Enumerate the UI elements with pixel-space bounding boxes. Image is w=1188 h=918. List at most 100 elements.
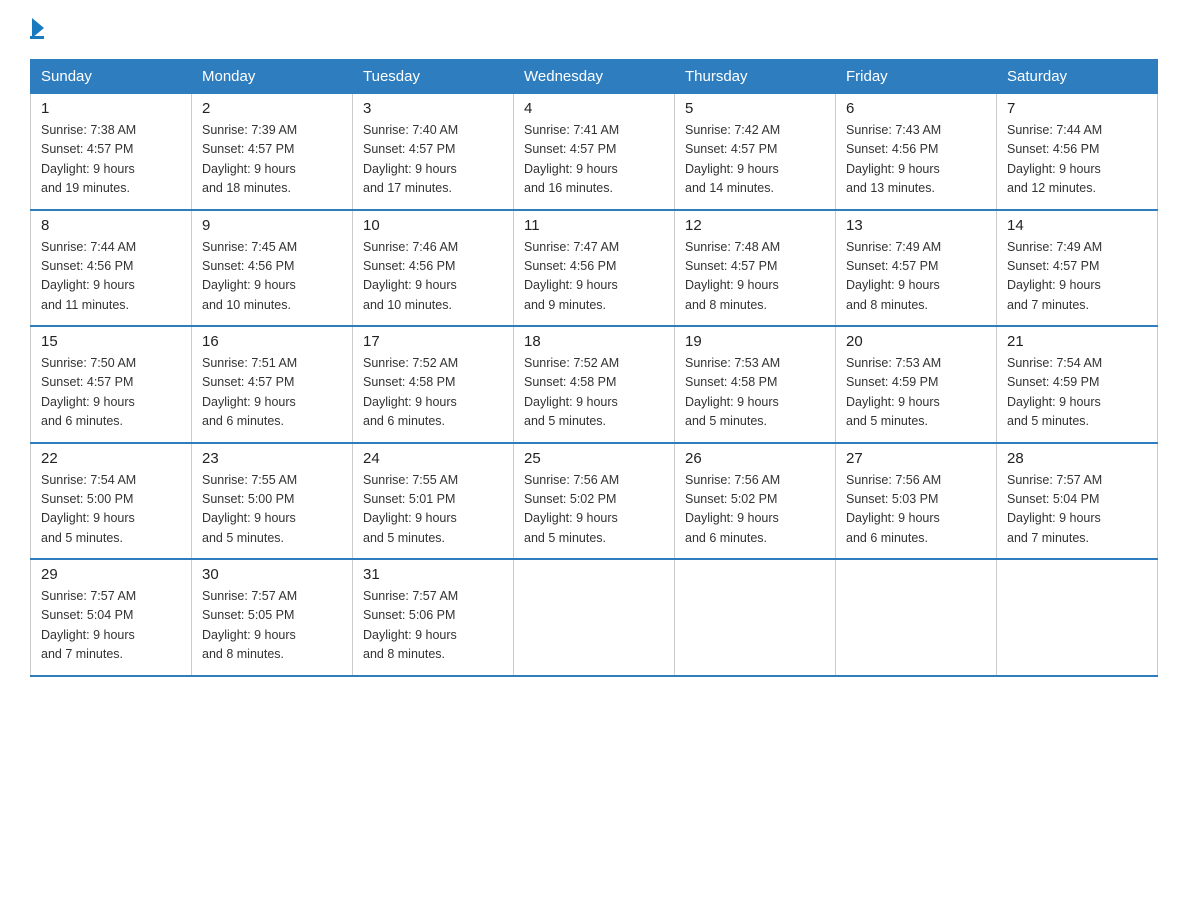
calendar-body: 1 Sunrise: 7:38 AMSunset: 4:57 PMDayligh… [31,94,1158,676]
calendar-week-row-3: 15 Sunrise: 7:50 AMSunset: 4:57 PMDaylig… [31,326,1158,443]
weekday-header-thursday: Thursday [675,60,836,94]
day-number: 20 [846,333,986,350]
day-number: 29 [41,566,181,583]
day-info: Sunrise: 7:53 AMSunset: 4:58 PMDaylight:… [685,356,780,428]
day-info: Sunrise: 7:44 AMSunset: 4:56 PMDaylight:… [41,240,136,312]
day-info: Sunrise: 7:42 AMSunset: 4:57 PMDaylight:… [685,123,780,195]
calendar-week-row-1: 1 Sunrise: 7:38 AMSunset: 4:57 PMDayligh… [31,94,1158,210]
day-info: Sunrise: 7:50 AMSunset: 4:57 PMDaylight:… [41,356,136,428]
day-info: Sunrise: 7:48 AMSunset: 4:57 PMDaylight:… [685,240,780,312]
calendar-cell [675,559,836,676]
day-info: Sunrise: 7:49 AMSunset: 4:57 PMDaylight:… [1007,240,1102,312]
day-info: Sunrise: 7:47 AMSunset: 4:56 PMDaylight:… [524,240,619,312]
day-info: Sunrise: 7:57 AMSunset: 5:04 PMDaylight:… [1007,473,1102,545]
calendar-week-row-4: 22 Sunrise: 7:54 AMSunset: 5:00 PMDaylig… [31,443,1158,560]
calendar-cell: 4 Sunrise: 7:41 AMSunset: 4:57 PMDayligh… [514,94,675,210]
day-number: 16 [202,333,342,350]
day-number: 27 [846,450,986,467]
day-number: 1 [41,100,181,117]
header [30,20,1158,39]
logo [30,20,44,39]
day-info: Sunrise: 7:54 AMSunset: 4:59 PMDaylight:… [1007,356,1102,428]
calendar-cell: 16 Sunrise: 7:51 AMSunset: 4:57 PMDaylig… [192,326,353,443]
weekday-header-sunday: Sunday [31,60,192,94]
calendar-table: SundayMondayTuesdayWednesdayThursdayFrid… [30,59,1158,677]
day-info: Sunrise: 7:57 AMSunset: 5:05 PMDaylight:… [202,589,297,661]
calendar-cell: 22 Sunrise: 7:54 AMSunset: 5:00 PMDaylig… [31,443,192,560]
day-info: Sunrise: 7:56 AMSunset: 5:02 PMDaylight:… [685,473,780,545]
calendar-cell: 14 Sunrise: 7:49 AMSunset: 4:57 PMDaylig… [997,210,1158,327]
calendar-week-row-2: 8 Sunrise: 7:44 AMSunset: 4:56 PMDayligh… [31,210,1158,327]
calendar-cell: 27 Sunrise: 7:56 AMSunset: 5:03 PMDaylig… [836,443,997,560]
weekday-header-wednesday: Wednesday [514,60,675,94]
calendar-header: SundayMondayTuesdayWednesdayThursdayFrid… [31,60,1158,94]
day-info: Sunrise: 7:49 AMSunset: 4:57 PMDaylight:… [846,240,941,312]
calendar-cell: 31 Sunrise: 7:57 AMSunset: 5:06 PMDaylig… [353,559,514,676]
logo-underline [30,36,44,39]
day-number: 3 [363,100,503,117]
calendar-cell: 29 Sunrise: 7:57 AMSunset: 5:04 PMDaylig… [31,559,192,676]
day-number: 2 [202,100,342,117]
day-number: 11 [524,217,664,234]
calendar-cell: 23 Sunrise: 7:55 AMSunset: 5:00 PMDaylig… [192,443,353,560]
day-number: 23 [202,450,342,467]
day-info: Sunrise: 7:57 AMSunset: 5:04 PMDaylight:… [41,589,136,661]
day-number: 19 [685,333,825,350]
day-number: 25 [524,450,664,467]
weekday-header-friday: Friday [836,60,997,94]
day-info: Sunrise: 7:43 AMSunset: 4:56 PMDaylight:… [846,123,941,195]
calendar-cell: 10 Sunrise: 7:46 AMSunset: 4:56 PMDaylig… [353,210,514,327]
day-info: Sunrise: 7:38 AMSunset: 4:57 PMDaylight:… [41,123,136,195]
day-number: 26 [685,450,825,467]
calendar-cell: 11 Sunrise: 7:47 AMSunset: 4:56 PMDaylig… [514,210,675,327]
calendar-cell: 17 Sunrise: 7:52 AMSunset: 4:58 PMDaylig… [353,326,514,443]
day-number: 14 [1007,217,1147,234]
calendar-cell [997,559,1158,676]
calendar-cell: 25 Sunrise: 7:56 AMSunset: 5:02 PMDaylig… [514,443,675,560]
calendar-cell: 3 Sunrise: 7:40 AMSunset: 4:57 PMDayligh… [353,94,514,210]
day-number: 7 [1007,100,1147,117]
day-info: Sunrise: 7:56 AMSunset: 5:03 PMDaylight:… [846,473,941,545]
calendar-cell [836,559,997,676]
day-info: Sunrise: 7:52 AMSunset: 4:58 PMDaylight:… [363,356,458,428]
day-info: Sunrise: 7:51 AMSunset: 4:57 PMDaylight:… [202,356,297,428]
day-number: 5 [685,100,825,117]
calendar-cell: 9 Sunrise: 7:45 AMSunset: 4:56 PMDayligh… [192,210,353,327]
calendar-cell: 30 Sunrise: 7:57 AMSunset: 5:05 PMDaylig… [192,559,353,676]
calendar-cell: 1 Sunrise: 7:38 AMSunset: 4:57 PMDayligh… [31,94,192,210]
calendar-cell: 24 Sunrise: 7:55 AMSunset: 5:01 PMDaylig… [353,443,514,560]
day-number: 17 [363,333,503,350]
day-number: 28 [1007,450,1147,467]
day-number: 21 [1007,333,1147,350]
weekday-header-saturday: Saturday [997,60,1158,94]
day-number: 24 [363,450,503,467]
day-number: 4 [524,100,664,117]
weekday-header-tuesday: Tuesday [353,60,514,94]
day-number: 10 [363,217,503,234]
calendar-cell: 15 Sunrise: 7:50 AMSunset: 4:57 PMDaylig… [31,326,192,443]
day-info: Sunrise: 7:46 AMSunset: 4:56 PMDaylight:… [363,240,458,312]
day-number: 22 [41,450,181,467]
calendar-cell: 20 Sunrise: 7:53 AMSunset: 4:59 PMDaylig… [836,326,997,443]
day-number: 6 [846,100,986,117]
day-info: Sunrise: 7:45 AMSunset: 4:56 PMDaylight:… [202,240,297,312]
day-info: Sunrise: 7:41 AMSunset: 4:57 PMDaylight:… [524,123,619,195]
weekday-header-row: SundayMondayTuesdayWednesdayThursdayFrid… [31,60,1158,94]
day-info: Sunrise: 7:40 AMSunset: 4:57 PMDaylight:… [363,123,458,195]
day-number: 15 [41,333,181,350]
day-info: Sunrise: 7:39 AMSunset: 4:57 PMDaylight:… [202,123,297,195]
weekday-header-monday: Monday [192,60,353,94]
day-number: 9 [202,217,342,234]
day-info: Sunrise: 7:55 AMSunset: 5:01 PMDaylight:… [363,473,458,545]
day-number: 18 [524,333,664,350]
day-info: Sunrise: 7:53 AMSunset: 4:59 PMDaylight:… [846,356,941,428]
calendar-cell: 21 Sunrise: 7:54 AMSunset: 4:59 PMDaylig… [997,326,1158,443]
day-info: Sunrise: 7:55 AMSunset: 5:00 PMDaylight:… [202,473,297,545]
day-number: 30 [202,566,342,583]
calendar-cell [514,559,675,676]
calendar-cell: 26 Sunrise: 7:56 AMSunset: 5:02 PMDaylig… [675,443,836,560]
calendar-cell: 28 Sunrise: 7:57 AMSunset: 5:04 PMDaylig… [997,443,1158,560]
day-info: Sunrise: 7:56 AMSunset: 5:02 PMDaylight:… [524,473,619,545]
calendar-cell: 2 Sunrise: 7:39 AMSunset: 4:57 PMDayligh… [192,94,353,210]
day-number: 13 [846,217,986,234]
